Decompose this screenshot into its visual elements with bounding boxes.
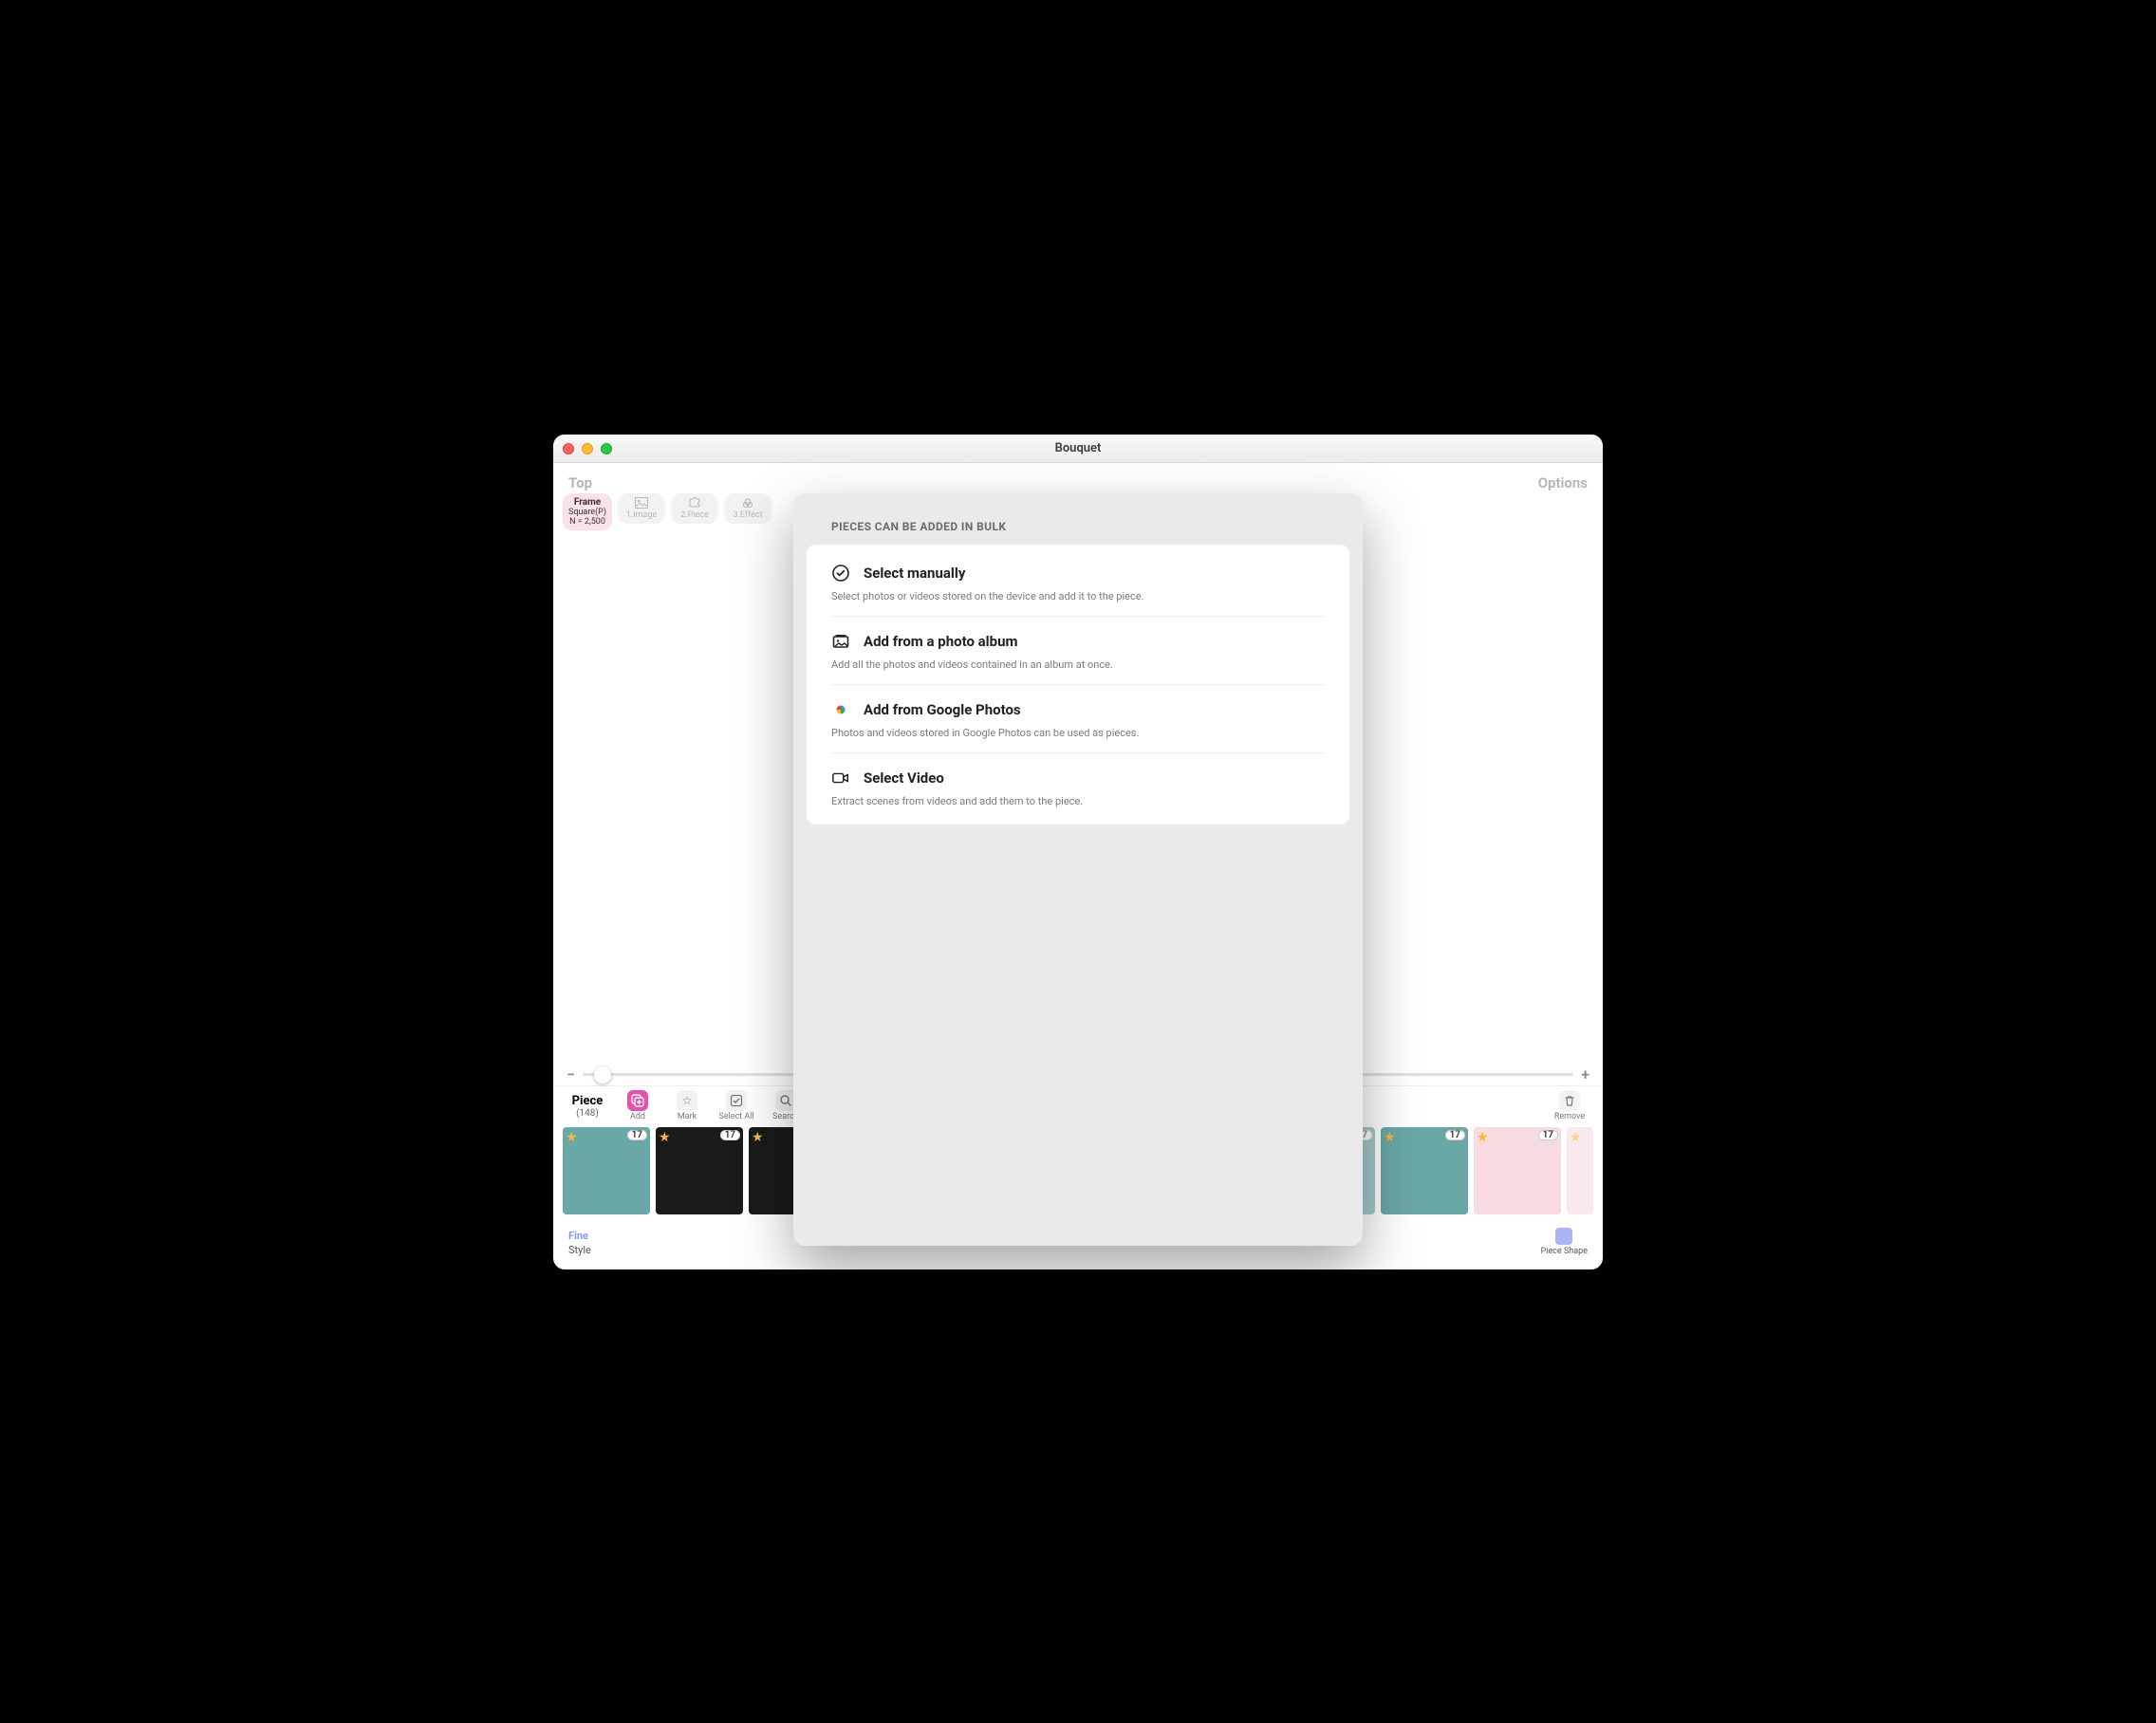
piece-shape-button[interactable]: Piece Shape: [1541, 1228, 1588, 1256]
remove-label: Remove: [1554, 1112, 1585, 1121]
plus-icon[interactable]: +: [1581, 1065, 1589, 1084]
option-desc: Add all the photos and videos contained …: [831, 658, 1325, 671]
selectall-button[interactable]: Select All: [716, 1090, 756, 1121]
frame-chip-label: Frame: [568, 497, 606, 508]
option-google-photos[interactable]: Add from Google Photos Photos and videos…: [831, 685, 1325, 753]
add-label: Add: [630, 1112, 645, 1121]
add-pieces-modal: PIECES CAN BE ADDED IN BULK Select manua…: [793, 493, 1363, 1246]
thumbnail[interactable]: ★: [1567, 1127, 1593, 1214]
trash-icon: [1559, 1090, 1580, 1111]
album-icon: [831, 632, 850, 651]
piece-heading: Piece (148): [567, 1094, 608, 1119]
slider-thumb[interactable]: [594, 1066, 611, 1084]
option-title: Select manually: [864, 565, 965, 582]
step-image[interactable]: 1.Image: [618, 493, 665, 524]
option-desc: Select photos or videos stored on the de…: [831, 590, 1325, 602]
thumb-badge: 17: [720, 1130, 740, 1140]
star-icon: ★: [752, 1130, 764, 1145]
effect-icon: [741, 497, 754, 509]
mark-button[interactable]: ☆ Mark: [667, 1090, 707, 1121]
star-icon: ☆: [677, 1090, 697, 1111]
image-icon: [635, 497, 648, 509]
titlebar: Bouquet: [553, 435, 1603, 463]
google-photos-icon: [831, 700, 850, 719]
option-desc: Photos and videos stored in Google Photo…: [831, 727, 1325, 739]
style-label: Style: [568, 1244, 591, 1256]
piece-title: Piece: [572, 1094, 604, 1108]
window-title: Bouquet: [553, 441, 1603, 455]
star-icon: ★: [1384, 1130, 1396, 1145]
add-icon: [627, 1090, 648, 1111]
option-desc: Extract scenes from videos and add them …: [831, 795, 1325, 807]
remove-button[interactable]: Remove: [1550, 1090, 1589, 1121]
piece-count: (148): [576, 1108, 599, 1119]
style-value: Fine: [568, 1230, 591, 1242]
nav-options[interactable]: Options: [1538, 474, 1588, 491]
add-button[interactable]: Add: [618, 1090, 658, 1121]
step-effect-label: 3.Effect: [733, 510, 762, 520]
thumbnail[interactable]: ★ 17: [656, 1127, 743, 1214]
puzzle-icon: [688, 497, 701, 509]
app-window: Bouquet Top Options Frame Square(P) N = …: [553, 435, 1603, 1269]
step-piece[interactable]: 2.Piece: [671, 493, 718, 524]
mark-label: Mark: [678, 1112, 697, 1121]
step-effect[interactable]: 3.Effect: [724, 493, 771, 524]
star-icon: ★: [1570, 1130, 1582, 1145]
option-title: Add from Google Photos: [864, 701, 1021, 718]
star-icon: ★: [566, 1130, 578, 1145]
check-circle-icon: [831, 564, 850, 583]
option-title: Select Video: [864, 769, 944, 787]
step-piece-label: 2.Piece: [680, 510, 709, 520]
frame-chip-shape: Square(P): [568, 508, 606, 517]
option-select-video[interactable]: Select Video Extract scenes from videos …: [831, 753, 1325, 821]
minus-icon[interactable]: −: [567, 1065, 575, 1084]
selectall-icon: [726, 1090, 747, 1111]
selectall-label: Select All: [718, 1112, 753, 1121]
thumbnail[interactable]: ★ 17: [1474, 1127, 1561, 1214]
thumb-badge: 17: [627, 1130, 647, 1140]
modal-panel: Select manually Select photos or videos …: [807, 545, 1349, 824]
option-select-manually[interactable]: Select manually Select photos or videos …: [831, 548, 1325, 617]
thumbnail[interactable]: ★ 17: [1381, 1127, 1468, 1214]
star-icon: ★: [1477, 1130, 1489, 1145]
video-icon: [831, 769, 850, 787]
square-icon: [1555, 1228, 1572, 1245]
modal-header: PIECES CAN BE ADDED IN BULK: [807, 520, 1349, 545]
piece-shape-label: Piece Shape: [1541, 1247, 1588, 1256]
thumb-badge: 17: [1445, 1130, 1465, 1140]
nav-top[interactable]: Top: [568, 474, 592, 491]
style-block[interactable]: Fine Style: [568, 1230, 591, 1256]
option-title: Add from a photo album: [864, 633, 1017, 650]
star-icon: ★: [659, 1130, 671, 1145]
frame-chip-n: N = 2,500: [568, 517, 606, 527]
step-image-label: 1.Image: [626, 510, 658, 520]
frame-chip[interactable]: Frame Square(P) N = 2,500: [563, 493, 612, 530]
option-add-album[interactable]: Add from a photo album Add all the photo…: [831, 617, 1325, 685]
thumbnail[interactable]: ★ 17: [563, 1127, 650, 1214]
thumb-badge: 17: [1538, 1130, 1558, 1140]
